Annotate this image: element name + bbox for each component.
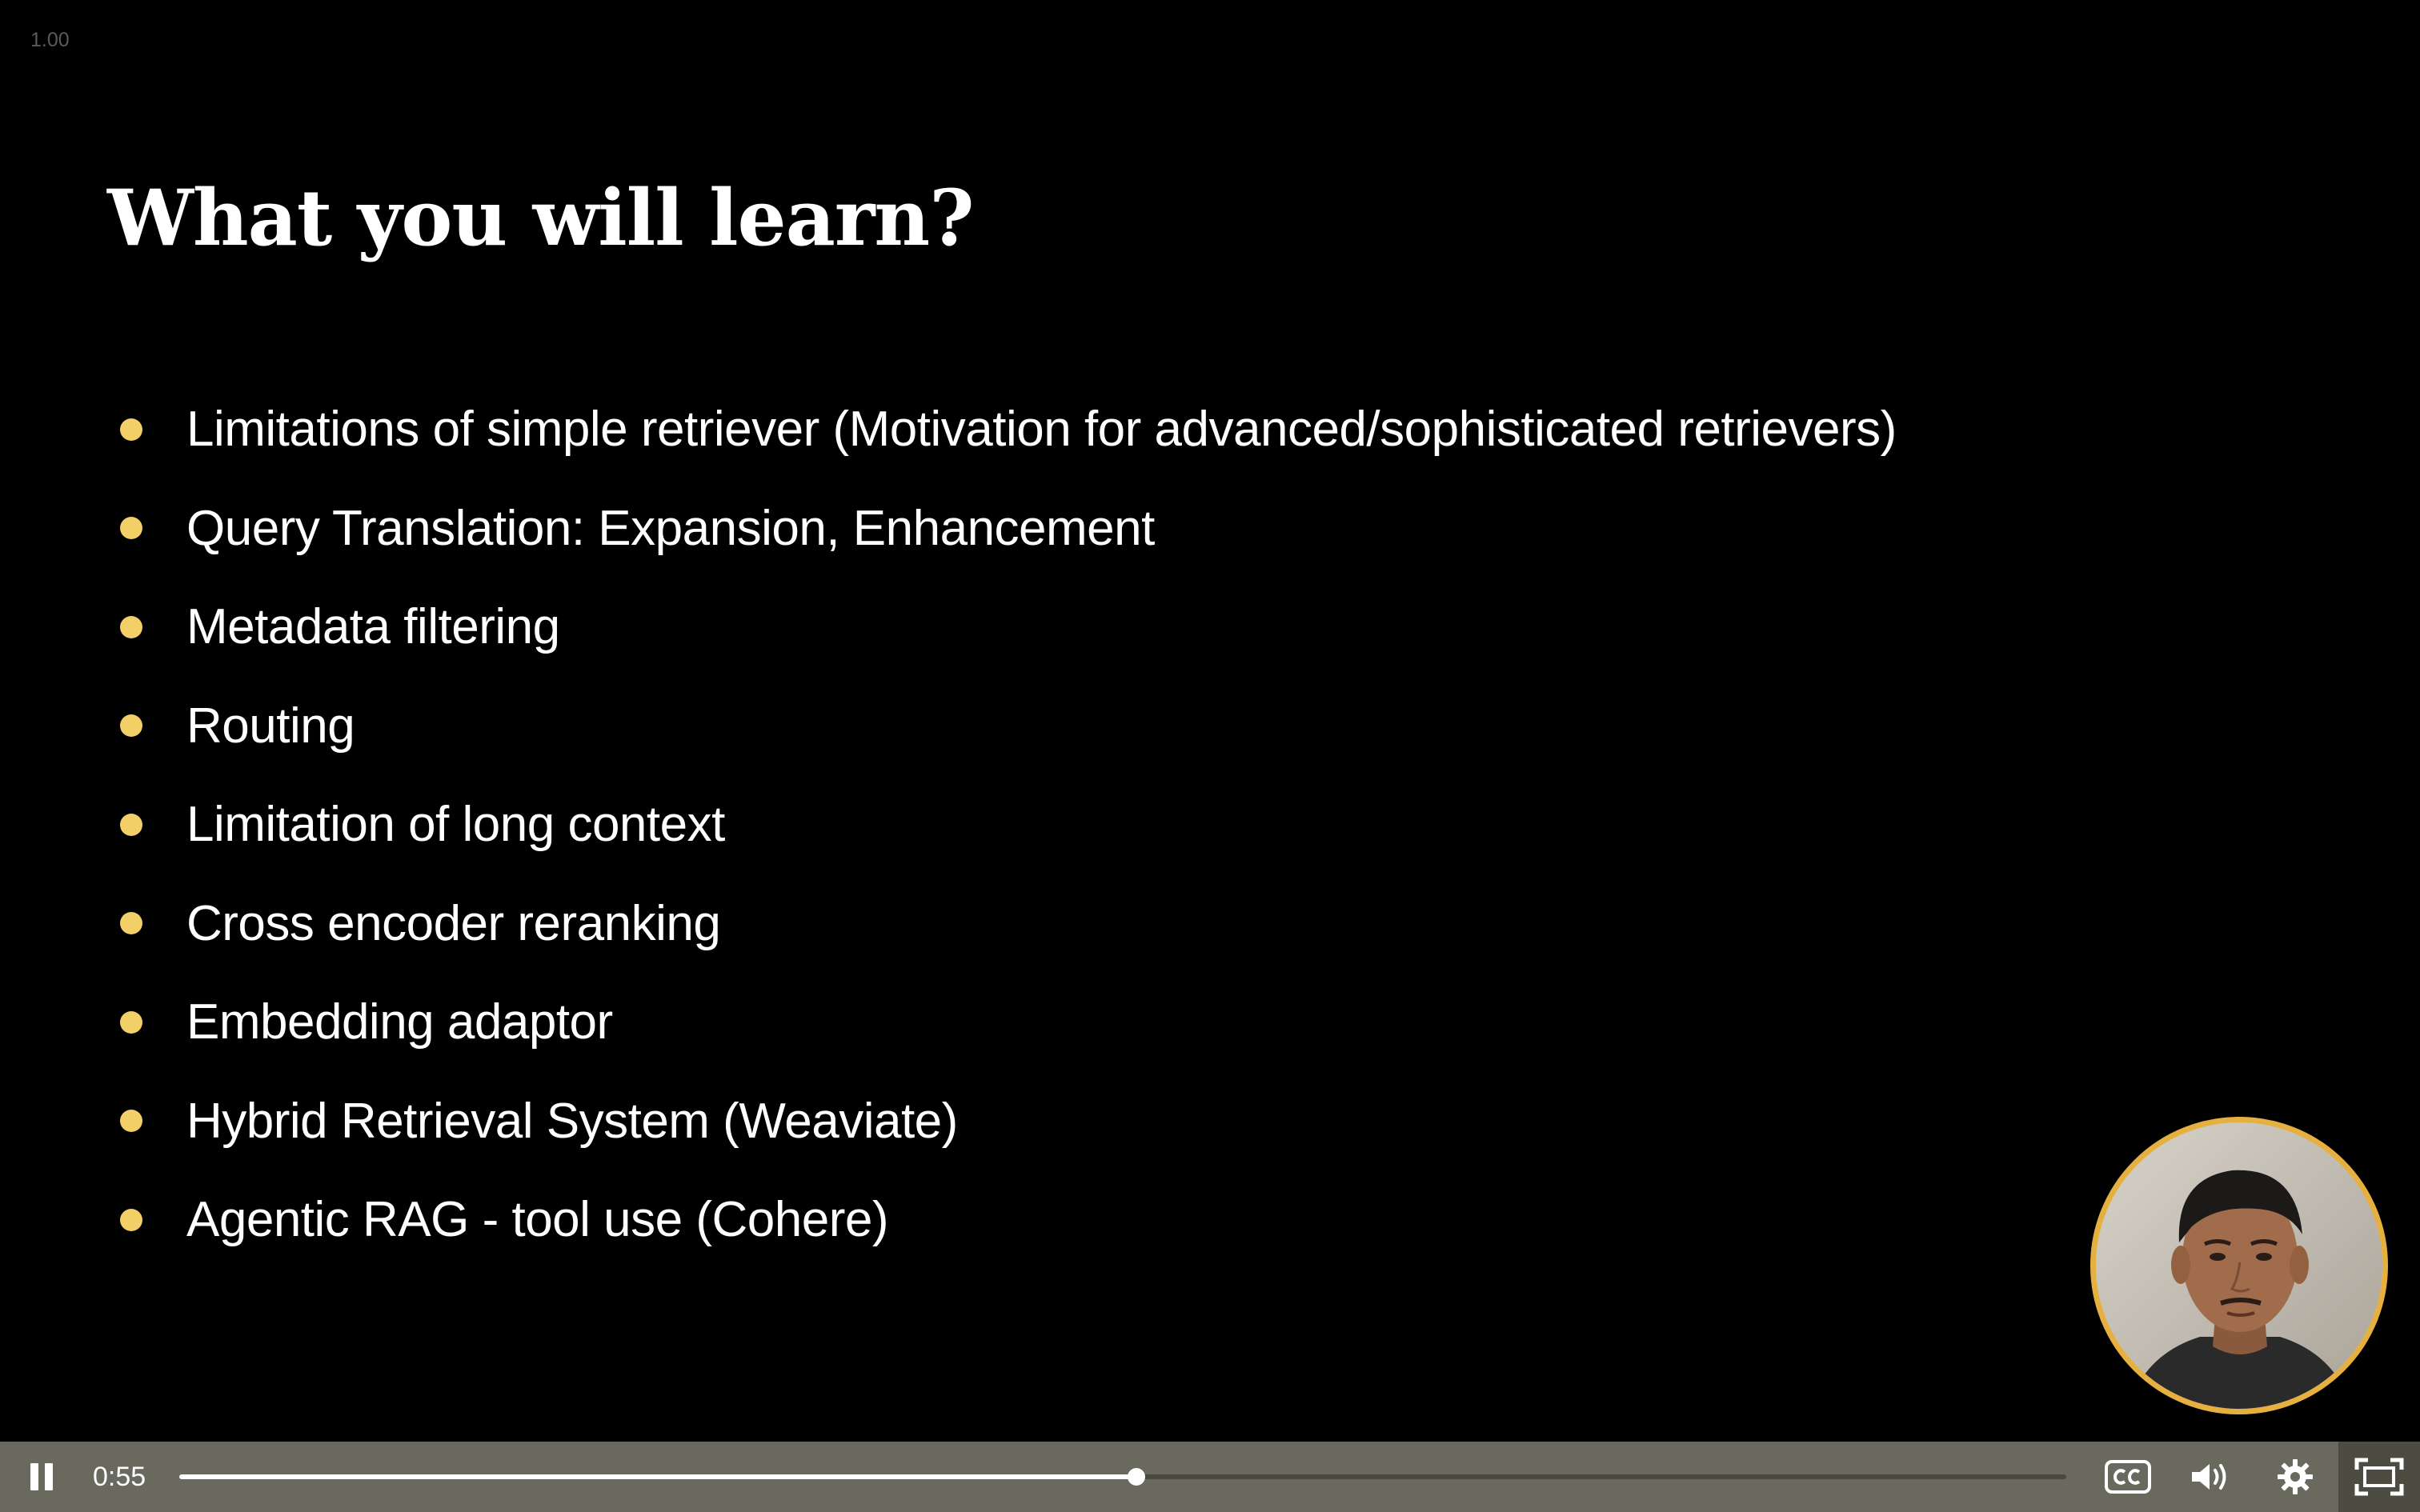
closed-captions-button[interactable] bbox=[2100, 1442, 2156, 1512]
list-item: Routing bbox=[120, 677, 1897, 776]
bullet-icon bbox=[120, 418, 142, 441]
gear-icon bbox=[2278, 1459, 2313, 1494]
list-item: Cross encoder reranking bbox=[120, 874, 1897, 974]
list-item-text: Query Translation: Expansion, Enhancemen… bbox=[186, 500, 1155, 556]
volume-button[interactable] bbox=[2183, 1442, 2239, 1512]
bullet-icon bbox=[120, 912, 142, 935]
presenter-webcam-bubble bbox=[2090, 1117, 2388, 1414]
progress-bar[interactable] bbox=[179, 1468, 2066, 1486]
list-item: Embedding adaptor bbox=[120, 973, 1897, 1072]
list-item-text: Limitations of simple retriever (Motivat… bbox=[186, 402, 1897, 458]
list-item: Query Translation: Expansion, Enhancemen… bbox=[120, 479, 1897, 578]
fullscreen-icon bbox=[2354, 1458, 2404, 1496]
learning-objectives-list: Limitations of simple retriever (Motivat… bbox=[120, 380, 1897, 1270]
list-item-text: Hybrid Retrieval System (Weaviate) bbox=[186, 1093, 958, 1149]
closed-captions-icon bbox=[2105, 1460, 2151, 1494]
pause-button[interactable] bbox=[18, 1442, 66, 1512]
bullet-icon bbox=[120, 1208, 142, 1231]
volume-icon bbox=[2192, 1464, 2226, 1490]
bullet-icon bbox=[120, 714, 142, 738]
progress-fill bbox=[179, 1474, 1136, 1479]
slide-area: 1.00 What you will learn? Limitations of… bbox=[0, 0, 2420, 1442]
slide-title: What you will learn? bbox=[107, 173, 974, 263]
list-item-text: Agentic RAG - tool use (Cohere) bbox=[186, 1192, 889, 1248]
bullet-icon bbox=[120, 813, 142, 836]
list-item: Metadata filtering bbox=[120, 578, 1897, 677]
list-item: Hybrid Retrieval System (Weaviate) bbox=[120, 1072, 1897, 1171]
list-item-text: Limitation of long context bbox=[186, 797, 725, 853]
presenter-avatar bbox=[2096, 1122, 2382, 1409]
pause-icon bbox=[30, 1463, 38, 1490]
fullscreen-button[interactable] bbox=[2338, 1442, 2420, 1512]
bullet-icon bbox=[120, 1110, 142, 1133]
list-item-text: Embedding adaptor bbox=[186, 994, 613, 1050]
settings-button[interactable] bbox=[2266, 1442, 2324, 1512]
list-item-text: Metadata filtering bbox=[186, 599, 560, 655]
current-time: 0:55 bbox=[93, 1462, 146, 1492]
bullet-icon bbox=[120, 1010, 142, 1034]
playback-speed-indicator: 1.00 bbox=[30, 29, 70, 51]
bullet-icon bbox=[120, 517, 142, 540]
list-item: Limitation of long context bbox=[120, 775, 1897, 874]
list-item: Limitations of simple retriever (Motivat… bbox=[120, 380, 1897, 479]
list-item: Agentic RAG - tool use (Cohere) bbox=[120, 1170, 1897, 1270]
pause-icon bbox=[45, 1463, 53, 1490]
bullet-icon bbox=[120, 615, 142, 638]
list-item-text: Cross encoder reranking bbox=[186, 895, 721, 951]
progress-handle[interactable] bbox=[1127, 1468, 1145, 1486]
list-item-text: Routing bbox=[186, 698, 355, 754]
